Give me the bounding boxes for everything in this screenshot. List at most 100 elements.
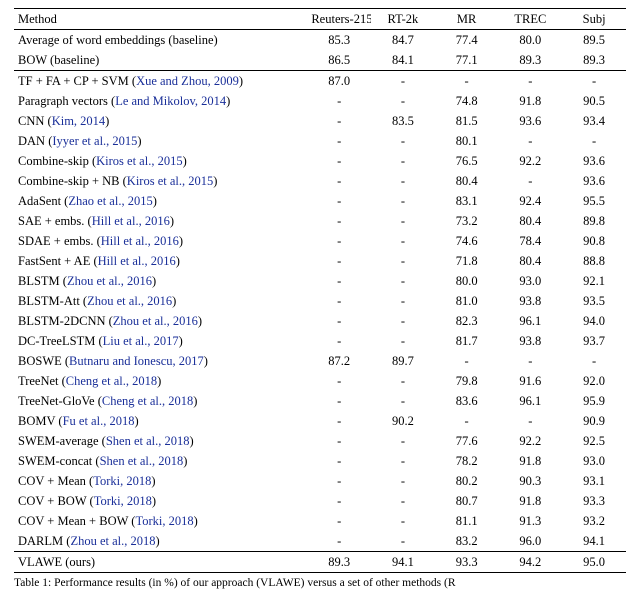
method-text: TreeNet-GloVe (	[18, 394, 102, 408]
citation-link[interactable]: Shen et al., 2018	[100, 454, 184, 468]
value-cell: 93.6	[499, 111, 563, 131]
value-cell: 95.0	[562, 552, 626, 573]
value-cell: 92.1	[562, 271, 626, 291]
value-cell: -	[307, 511, 371, 531]
method-text-post: )	[152, 494, 156, 508]
citation-link[interactable]: Kiros et al., 2015	[96, 154, 182, 168]
table-row: COV + BOW (Torki, 2018)--80.791.893.3	[14, 491, 626, 511]
table-row: VLAWE (ours)89.394.193.394.295.0	[14, 552, 626, 573]
value-cell: -	[499, 171, 563, 191]
citation-link[interactable]: Hill et al., 2016	[101, 234, 179, 248]
method-text-post: )	[179, 334, 183, 348]
method-cell: BOSWE (Butnaru and Ionescu, 2017)	[14, 351, 307, 371]
method-cell: SAE + embs. (Hill et al., 2016)	[14, 211, 307, 231]
value-cell: 94.0	[562, 311, 626, 331]
value-cell: -	[371, 311, 435, 331]
method-text: COV + BOW (	[18, 494, 94, 508]
value-cell: -	[307, 531, 371, 552]
citation-link[interactable]: Xue and Zhou, 2009	[136, 74, 239, 88]
citation-link[interactable]: Fu et al., 2018	[63, 414, 135, 428]
method-cell: TreeNet (Cheng et al., 2018)	[14, 371, 307, 391]
citation-link[interactable]: Hill et al., 2016	[92, 214, 170, 228]
value-cell: -	[371, 191, 435, 211]
citation-link[interactable]: Kiros et al., 2015	[127, 174, 213, 188]
value-cell: 96.0	[499, 531, 563, 552]
value-cell: -	[371, 231, 435, 251]
value-cell: -	[499, 351, 563, 371]
citation-link[interactable]: Cheng et al., 2018	[102, 394, 193, 408]
value-cell: -	[371, 371, 435, 391]
value-cell: 93.8	[499, 291, 563, 311]
citation-link[interactable]: Shen et al., 2018	[106, 434, 190, 448]
caption-prefix: Table 1:	[14, 577, 54, 589]
method-text-post: )	[170, 214, 174, 228]
citation-link[interactable]: Torki, 2018	[94, 494, 152, 508]
method-cell: BOMV (Fu et al., 2018)	[14, 411, 307, 431]
table-body: Average of word embeddings (baseline)85.…	[14, 30, 626, 573]
citation-link[interactable]: Zhou et al., 2018	[70, 534, 155, 548]
citation-link[interactable]: Liu et al., 2017	[103, 334, 179, 348]
value-cell: -	[307, 311, 371, 331]
method-text: BOMV (	[18, 414, 63, 428]
value-cell: -	[307, 271, 371, 291]
method-text-post: )	[152, 274, 156, 288]
value-cell: 87.0	[307, 71, 371, 92]
value-cell: -	[371, 91, 435, 111]
value-cell: -	[371, 531, 435, 552]
method-text: BOSWE (	[18, 354, 69, 368]
citation-link[interactable]: Zhao et al., 2015	[68, 194, 152, 208]
value-cell: -	[371, 71, 435, 92]
value-cell: -	[307, 231, 371, 251]
value-cell: -	[307, 251, 371, 271]
value-cell: 90.8	[562, 231, 626, 251]
value-cell: 93.3	[435, 552, 499, 573]
value-cell: 82.3	[435, 311, 499, 331]
table-row: SDAE + embs. (Hill et al., 2016)--74.678…	[14, 231, 626, 251]
citation-link[interactable]: Zhou et al., 2016	[87, 294, 172, 308]
value-cell: 80.7	[435, 491, 499, 511]
table-row: DARLM (Zhou et al., 2018)--83.296.094.1	[14, 531, 626, 552]
value-cell: -	[371, 291, 435, 311]
value-cell: 93.0	[499, 271, 563, 291]
table-row: COV + Mean + BOW (Torki, 2018)--81.191.3…	[14, 511, 626, 531]
citation-link[interactable]: Zhou et al., 2016	[113, 314, 198, 328]
citation-link[interactable]: Zhou et al., 2016	[67, 274, 152, 288]
citation-link[interactable]: Hill et al., 2016	[98, 254, 176, 268]
value-cell: 74.6	[435, 231, 499, 251]
method-cell: BOW (baseline)	[14, 50, 307, 71]
caption-text: Performance results (in %) of our approa…	[54, 577, 455, 589]
method-text: SWEM-average (	[18, 434, 106, 448]
value-cell: 83.6	[435, 391, 499, 411]
value-cell: 80.4	[499, 211, 563, 231]
method-text-post: )	[189, 434, 193, 448]
method-cell: COV + Mean (Torki, 2018)	[14, 471, 307, 491]
method-cell: AdaSent (Zhao et al., 2015)	[14, 191, 307, 211]
col-header-mr: MR	[435, 9, 499, 30]
value-cell: 92.2	[499, 151, 563, 171]
value-cell: 76.5	[435, 151, 499, 171]
col-header-subj: Subj	[562, 9, 626, 30]
table-row: BOMV (Fu et al., 2018)-90.2--90.9	[14, 411, 626, 431]
method-text: FastSent + AE (	[18, 254, 98, 268]
citation-link[interactable]: Kim, 2014	[52, 114, 105, 128]
col-header-rt2k: RT-2k	[371, 9, 435, 30]
citation-link[interactable]: Le and Mikolov, 2014	[115, 94, 226, 108]
value-cell: 93.2	[562, 511, 626, 531]
table-row: BOW (baseline)86.584.177.189.389.3	[14, 50, 626, 71]
citation-link[interactable]: Torki, 2018	[93, 474, 151, 488]
method-cell: BLSTM (Zhou et al., 2016)	[14, 271, 307, 291]
citation-link[interactable]: Cheng et al., 2018	[66, 374, 157, 388]
value-cell: -	[562, 131, 626, 151]
citation-link[interactable]: Butnaru and Ionescu, 2017	[69, 354, 204, 368]
value-cell: 88.8	[562, 251, 626, 271]
citation-link[interactable]: Torki, 2018	[135, 514, 193, 528]
value-cell: 90.5	[562, 91, 626, 111]
citation-link[interactable]: Iyyer et al., 2015	[52, 134, 137, 148]
value-cell: -	[371, 391, 435, 411]
method-cell: DAN (Iyyer et al., 2015)	[14, 131, 307, 151]
value-cell: -	[562, 351, 626, 371]
value-cell: 93.5	[562, 291, 626, 311]
method-text: BLSTM (	[18, 274, 67, 288]
table-header-row: Method Reuters-21578 RT-2k MR TREC Subj	[14, 9, 626, 30]
value-cell: 91.6	[499, 371, 563, 391]
